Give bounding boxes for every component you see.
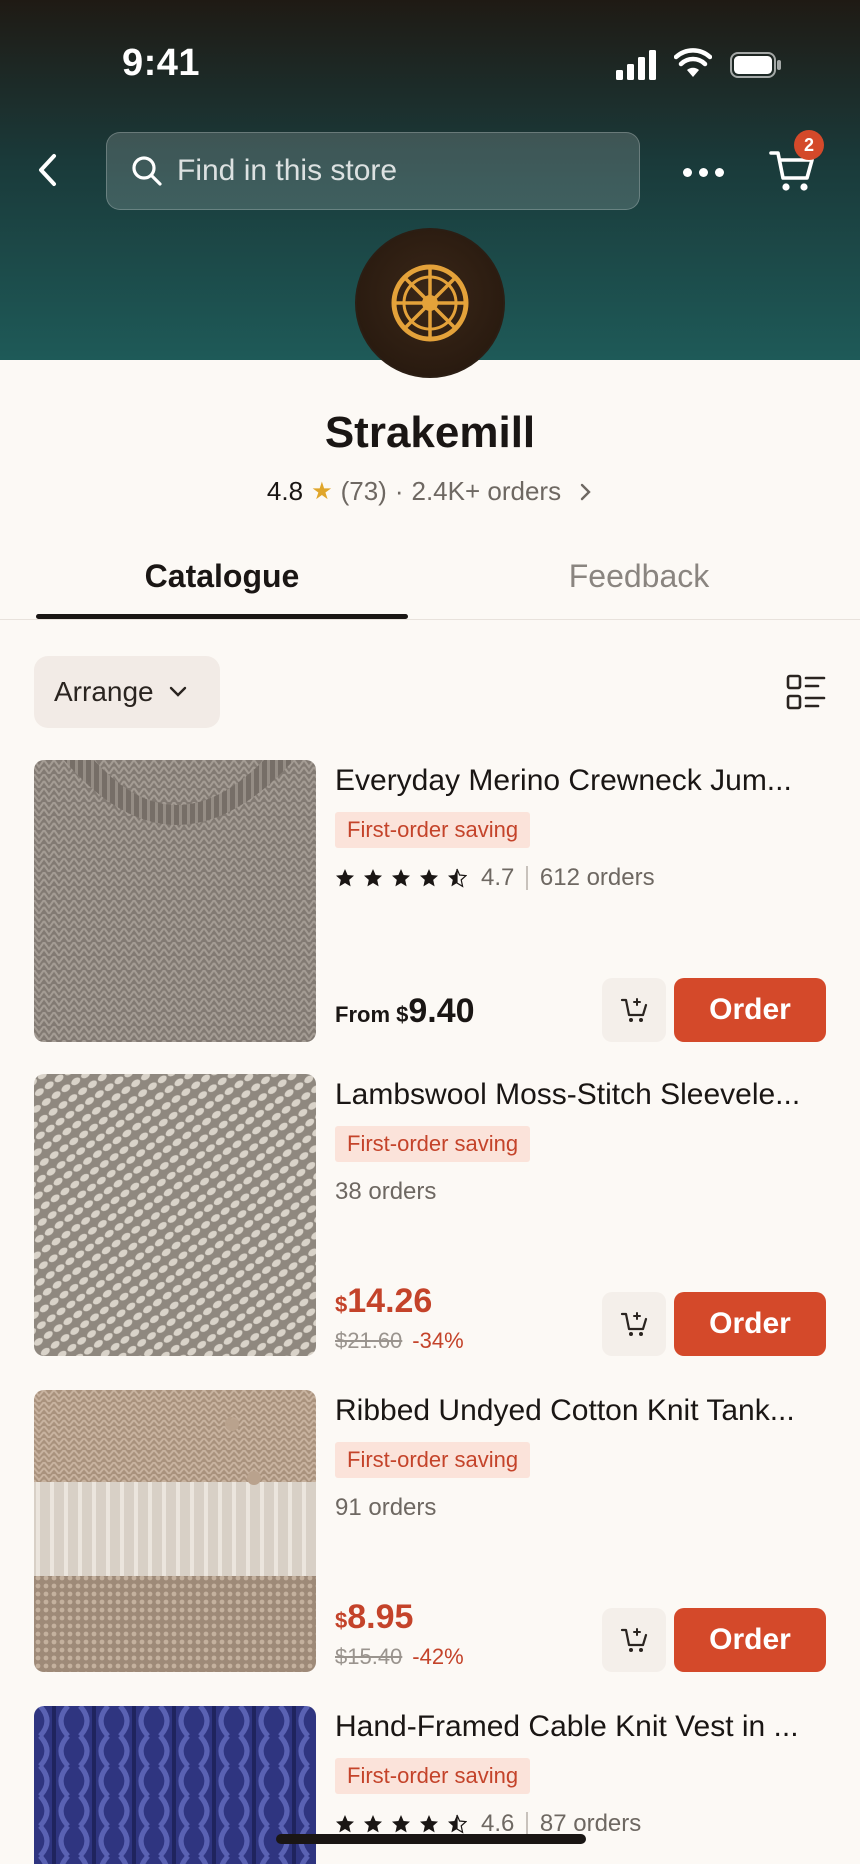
star-icon [364, 869, 382, 887]
currency-symbol: $ [335, 1292, 348, 1317]
add-to-cart-icon [620, 1312, 648, 1336]
product-title[interactable]: Everyday Merino Crewneck Jum... [335, 764, 835, 798]
promo-tag: First-order saving [335, 1126, 531, 1162]
back-button[interactable] [28, 150, 68, 190]
product-image-cable-vest[interactable] [34, 1706, 316, 1864]
star-icon [392, 1815, 410, 1833]
discount-percent: -42% [412, 1644, 464, 1669]
ship-wheel-icon [391, 264, 469, 342]
list-view-icon[interactable] [786, 674, 826, 710]
search-icon [132, 156, 162, 186]
product-title[interactable]: Lambswool Moss-Stitch Sleevele... [335, 1078, 835, 1112]
store-orders-count: 2.4K+ orders [411, 476, 562, 506]
arrange-dropdown[interactable]: Arrange [34, 656, 220, 728]
product-stats: 4.7 612 orders [335, 864, 655, 892]
product-image-merino-sweater[interactable] [34, 760, 316, 1042]
old-price: $15.40 [335, 1644, 403, 1669]
order-count: 91 orders [335, 1494, 437, 1521]
dot [698, 167, 708, 177]
currency-symbol: $ [396, 1002, 409, 1027]
star-icon [336, 1815, 354, 1833]
dot [682, 167, 692, 177]
status-bar: 9:41 [0, 0, 860, 130]
star-rating [335, 1814, 467, 1834]
add-to-cart-icon [620, 1628, 648, 1652]
product-image-moss-stitch[interactable] [34, 1074, 316, 1356]
product-card[interactable]: Ribbed Undyed Cotton Knit Tank... First-… [0, 1390, 860, 1674]
active-tab-indicator [36, 614, 408, 619]
order-count: 38 orders [335, 1178, 437, 1205]
original-price: $21.60 -34% [335, 1328, 464, 1354]
price: From $9.40 [335, 992, 475, 1031]
sale-price: $14.26 [335, 1282, 432, 1321]
battery-icon [730, 52, 781, 78]
product-card[interactable]: Everyday Merino Crewneck Jum... First-or… [0, 760, 860, 1044]
discount-percent: -34% [412, 1328, 464, 1353]
rating-value: 4.7 [481, 864, 515, 891]
price-value: 14.26 [347, 1282, 433, 1320]
store-tabs: Catalogue Feedback [0, 548, 860, 620]
star-icon [420, 869, 438, 887]
divider [526, 1812, 528, 1836]
add-to-cart-icon [620, 998, 648, 1022]
star-icon: ★ [311, 478, 333, 505]
price-value: 8.95 [347, 1598, 414, 1636]
product-title[interactable]: Hand-Framed Cable Knit Vest in ... [335, 1710, 835, 1744]
half-star-icon [448, 868, 467, 888]
store-logo [355, 228, 505, 378]
store-rating-value: 4.8 [266, 476, 304, 506]
price-prefix: From [335, 1002, 397, 1027]
star-icon [392, 869, 410, 887]
product-title[interactable]: Ribbed Undyed Cotton Knit Tank... [335, 1394, 835, 1428]
chevron-left-icon [39, 154, 56, 186]
cart-count-badge: 2 [794, 130, 824, 160]
promo-tag: First-order saving [335, 1442, 531, 1478]
star-icon [336, 869, 354, 887]
arrange-label: Arrange [54, 676, 154, 707]
dot [714, 167, 724, 177]
tab-feedback[interactable]: Feedback [458, 558, 820, 595]
store-search-bar[interactable] [106, 132, 640, 210]
chevron-right-icon [580, 483, 591, 500]
cellular-signal-icon [616, 50, 656, 80]
store-search-input[interactable] [177, 154, 617, 188]
product-card[interactable]: Lambswool Moss-Stitch Sleevele... First-… [0, 1074, 860, 1358]
currency-symbol: $ [335, 1608, 348, 1633]
add-to-cart-button[interactable] [602, 978, 666, 1042]
half-star-icon [448, 1814, 467, 1834]
product-image-cotton-tank[interactable] [34, 1390, 316, 1672]
order-count: 612 orders [539, 864, 655, 891]
star-icon [364, 1815, 382, 1833]
order-button[interactable]: Order [674, 1292, 826, 1356]
order-button[interactable]: Order [674, 978, 826, 1042]
add-to-cart-button[interactable] [602, 1292, 666, 1356]
status-time: 9:41 [122, 42, 201, 84]
product-stats: 38 orders [335, 1178, 436, 1206]
home-indicator[interactable] [276, 1834, 586, 1844]
store-review-count: (73) [340, 476, 387, 506]
star-rating [335, 868, 467, 888]
promo-tag: First-order saving [335, 812, 531, 848]
store-rating-summary[interactable]: 4.8 ★ (73) · 2.4K+ orders [0, 476, 860, 507]
old-price: $21.60 [335, 1328, 403, 1353]
price-value: 9.40 [408, 992, 475, 1030]
sale-price: $8.95 [335, 1598, 413, 1637]
divider [526, 866, 528, 890]
separator-dot: · [394, 476, 404, 506]
more-options-button[interactable] [678, 152, 728, 192]
star-icon [420, 1815, 438, 1833]
store-name: Strakemill [324, 408, 536, 457]
order-button[interactable]: Order [674, 1608, 826, 1672]
promo-tag: First-order saving [335, 1758, 531, 1794]
tab-catalogue[interactable]: Catalogue [36, 558, 408, 595]
original-price: $15.40 -42% [335, 1644, 464, 1670]
chevron-down-icon [169, 686, 186, 697]
add-to-cart-button[interactable] [602, 1608, 666, 1672]
wifi-icon [674, 48, 712, 77]
product-stats: 91 orders [335, 1494, 436, 1522]
